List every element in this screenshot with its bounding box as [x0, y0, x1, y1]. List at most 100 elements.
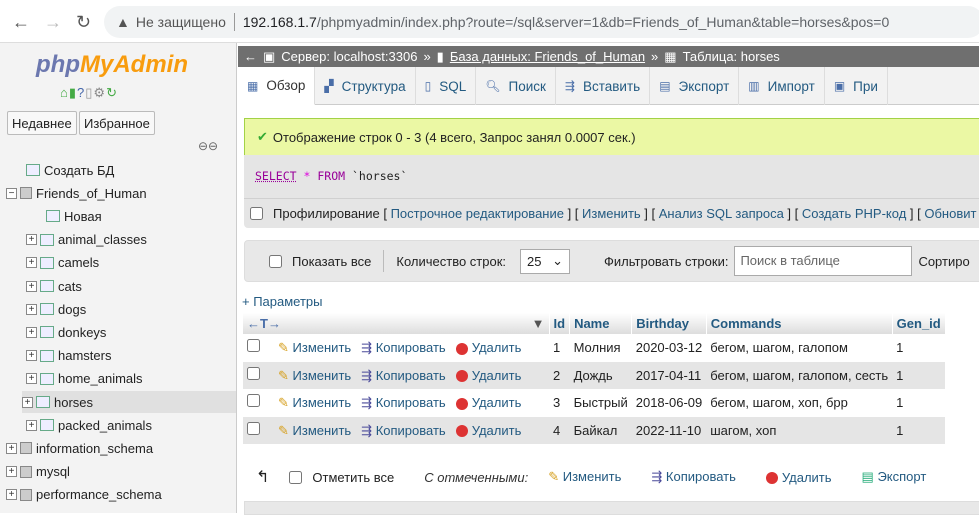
- home-icon[interactable]: ⌂: [60, 85, 69, 100]
- profiling-checkbox[interactable]: [250, 207, 263, 220]
- copy-row-button[interactable]: ⇶ Копировать: [361, 368, 446, 383]
- tab-privileges[interactable]: ▣ При: [825, 67, 888, 105]
- table-cell[interactable]: 1: [549, 334, 570, 362]
- phpmyadmin-logo[interactable]: phpMyAdmin: [36, 51, 188, 79]
- table-cell[interactable]: Байкал: [569, 416, 632, 444]
- tree-table[interactable]: + horses: [22, 391, 236, 413]
- table-cell[interactable]: шагом, хоп: [706, 416, 893, 444]
- sql-keyword[interactable]: SELECT: [255, 169, 297, 183]
- tree-table[interactable]: Новая: [46, 205, 102, 227]
- column-arrows-icon[interactable]: ←T→: [247, 316, 281, 331]
- table-cell[interactable]: Быстрый: [569, 389, 632, 417]
- table-cell[interactable]: 3: [549, 389, 570, 417]
- table-cell[interactable]: бегом, шагом, хоп, брр: [706, 389, 893, 417]
- table-cell[interactable]: 1: [892, 361, 946, 389]
- table-cell[interactable]: Дождь: [569, 361, 632, 389]
- help-icon[interactable]: ?: [77, 85, 85, 100]
- breadcrumb-table[interactable]: Таблица: horses: [683, 49, 780, 64]
- tree-database[interactable]: − Friends_of_Human: [6, 182, 147, 204]
- column-header[interactable]: Id: [549, 313, 571, 334]
- expand-icon[interactable]: +: [6, 442, 17, 454]
- copy-row-button[interactable]: ⇶ Копировать: [361, 395, 446, 410]
- tab-insert[interactable]: ⇶ Вставить: [556, 67, 651, 105]
- copy-row-button[interactable]: ⇶ Копировать: [361, 423, 446, 438]
- delete-row-button[interactable]: Удалить: [455, 423, 521, 438]
- table-cell[interactable]: бегом, шагом, галопом, сесть: [706, 361, 893, 389]
- rows-select[interactable]: 25 ⌄: [520, 248, 571, 274]
- tab-sql[interactable]: ▯ SQL: [416, 67, 477, 105]
- expand-icon[interactable]: +: [26, 350, 37, 362]
- column-header[interactable]: Name: [569, 313, 633, 334]
- link-icon[interactable]: ⊖⊖: [198, 139, 218, 153]
- expand-icon[interactable]: +: [26, 303, 37, 315]
- row-checkbox[interactable]: [247, 394, 260, 408]
- expand-icon[interactable]: +: [26, 234, 37, 246]
- recent-button[interactable]: Недавнее: [7, 111, 77, 135]
- bulk-delete-button[interactable]: Удалить: [765, 470, 832, 485]
- expand-icon[interactable]: +: [26, 419, 37, 431]
- bulk-edit-button[interactable]: ✎ Изменить: [548, 469, 621, 485]
- table-cell[interactable]: бегом, шагом, галопом: [706, 334, 893, 362]
- table-cell[interactable]: 2020-03-12: [631, 334, 707, 362]
- table-cell[interactable]: 1: [892, 389, 946, 417]
- options-link[interactable]: + Параметры: [242, 294, 323, 309]
- edit-row-button[interactable]: ✎ Изменить: [278, 368, 351, 383]
- delete-row-button[interactable]: Удалить: [455, 368, 521, 383]
- tree-table[interactable]: Создать БД: [26, 159, 114, 181]
- refresh-icon[interactable]: ↻: [106, 85, 118, 100]
- tree-table[interactable]: + hamsters: [26, 345, 111, 367]
- tab-export[interactable]: ▤ Экспорт: [650, 67, 740, 105]
- expand-icon[interactable]: +: [26, 373, 37, 385]
- sort-dropdown-icon[interactable]: ▼: [532, 316, 545, 331]
- settings-icon[interactable]: ⚙: [93, 85, 106, 100]
- row-checkbox[interactable]: [247, 339, 260, 353]
- expand-icon[interactable]: +: [22, 396, 33, 408]
- edit-row-button[interactable]: ✎ Изменить: [278, 340, 351, 355]
- forward-icon[interactable]: →: [44, 12, 62, 33]
- logout-icon[interactable]: ▮: [69, 85, 77, 100]
- tab-browse[interactable]: ▦ Обзор: [238, 67, 316, 105]
- tree-table[interactable]: + cats: [26, 275, 82, 297]
- bulk-export-button[interactable]: ▤ Экспорт: [862, 469, 927, 485]
- reload-icon[interactable]: ↻: [76, 12, 91, 33]
- table-cell[interactable]: 2022-11-10: [631, 416, 707, 444]
- copy-row-button[interactable]: ⇶ Копировать: [361, 340, 446, 355]
- refresh-link[interactable]: Обновит: [924, 206, 976, 221]
- tree-table[interactable]: + dogs: [26, 298, 86, 320]
- expand-icon[interactable]: +: [6, 466, 17, 478]
- tree-database[interactable]: + mysql: [6, 461, 70, 483]
- show-all-checkbox[interactable]: [269, 254, 282, 268]
- column-header[interactable]: Gen_id: [892, 313, 946, 334]
- collapse-icon[interactable]: −: [6, 187, 17, 199]
- table-cell[interactable]: 2: [549, 361, 570, 389]
- table-cell[interactable]: 1: [892, 334, 946, 362]
- breadcrumb-server[interactable]: Сервер: localhost:3306: [281, 49, 417, 64]
- create-php-link[interactable]: Создать PHP-код: [802, 206, 906, 221]
- explain-sql-link[interactable]: Анализ SQL запроса: [659, 206, 784, 221]
- tab-search[interactable]: 🔍︎ Поиск: [476, 67, 556, 105]
- row-checkbox[interactable]: [247, 421, 260, 435]
- column-header[interactable]: Birthday: [631, 313, 707, 334]
- inline-edit-link[interactable]: Построчное редактирование: [391, 206, 564, 221]
- tree-table[interactable]: + packed_animals: [26, 414, 152, 436]
- edit-row-button[interactable]: ✎ Изменить: [278, 395, 351, 410]
- favorites-button[interactable]: Избранное: [79, 111, 155, 135]
- expand-icon[interactable]: +: [6, 489, 17, 501]
- back-icon[interactable]: ←: [12, 12, 30, 33]
- column-header[interactable]: Commands: [706, 313, 893, 334]
- expand-icon[interactable]: +: [26, 257, 37, 269]
- table-cell[interactable]: Молния: [569, 334, 632, 362]
- address-bar[interactable]: ▲ Не защищено 192.168.1.7/phpmyadmin/ind…: [104, 6, 979, 38]
- tab-structure[interactable]: ▞ Структура: [315, 67, 416, 105]
- edit-link[interactable]: Изменить: [582, 206, 641, 221]
- delete-row-button[interactable]: Удалить: [455, 340, 521, 355]
- tree-database[interactable]: + performance_schema: [6, 484, 162, 506]
- table-cell[interactable]: 2018-06-09: [631, 389, 707, 417]
- expand-icon[interactable]: +: [26, 326, 37, 338]
- tree-table[interactable]: + animal_classes: [26, 229, 147, 251]
- row-checkbox[interactable]: [247, 366, 260, 380]
- bulk-copy-button[interactable]: ⇶ Копировать: [651, 469, 736, 485]
- collapse-arrow-icon[interactable]: ←: [244, 49, 257, 64]
- table-cell[interactable]: 4: [549, 416, 570, 444]
- filter-input[interactable]: Поиск в таблице: [734, 246, 913, 276]
